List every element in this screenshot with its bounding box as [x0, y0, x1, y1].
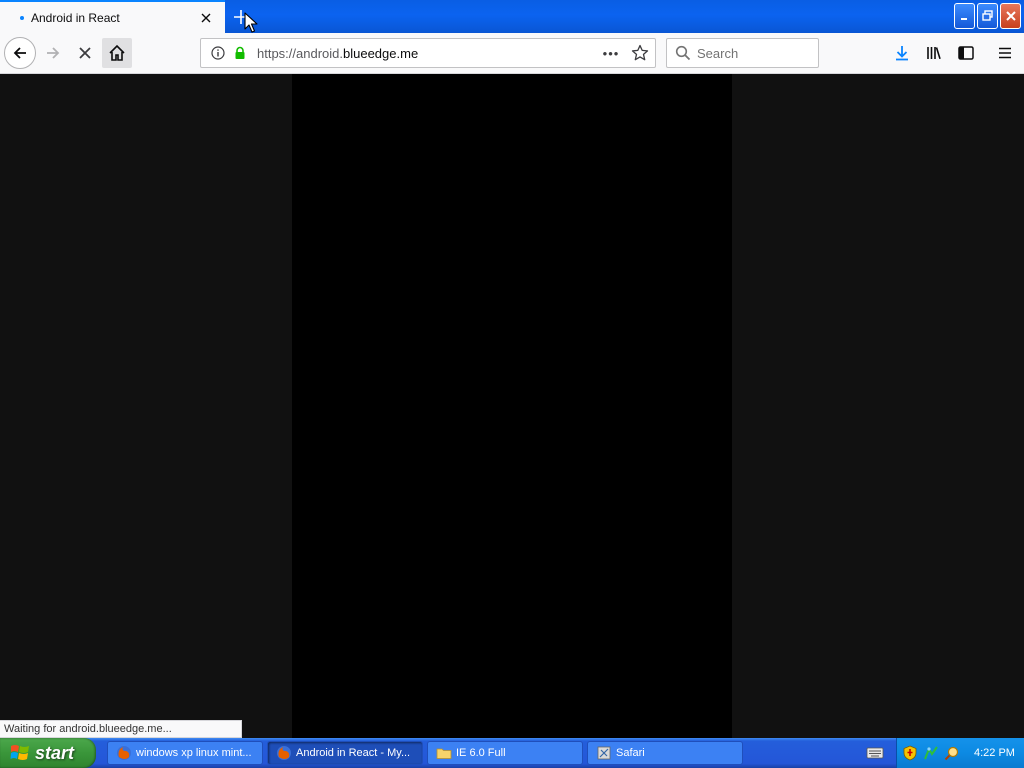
search-bar[interactable] [666, 38, 819, 68]
sidebar-button[interactable] [951, 38, 981, 68]
title-bar: Android in React [0, 0, 1024, 33]
network-icon[interactable] [923, 745, 939, 761]
browser-tab[interactable]: Android in React [0, 0, 225, 33]
home-button[interactable] [102, 38, 132, 68]
app-viewport[interactable] [292, 74, 732, 738]
stop-icon [79, 47, 91, 59]
forward-arrow-icon [47, 47, 60, 59]
security-shield-icon[interactable] [902, 745, 918, 761]
search-icon [675, 45, 691, 61]
hamburger-menu-icon [999, 47, 1011, 59]
minimize-button[interactable] [954, 3, 975, 29]
url-host: blueedge.me [343, 45, 419, 61]
keyboard-icon[interactable] [866, 746, 884, 760]
windows-logo-icon [10, 745, 29, 760]
back-button[interactable] [4, 37, 36, 69]
navigation-toolbar: https://android.blueedge.me ••• [0, 33, 1024, 74]
mouse-cursor-icon [244, 12, 258, 33]
downloads-button[interactable] [887, 38, 917, 68]
restore-icon [981, 10, 993, 21]
tab-title: Android in React [31, 10, 120, 25]
page-content [0, 74, 1024, 738]
folder-icon [436, 748, 452, 759]
close-window-button[interactable] [1000, 3, 1021, 29]
restore-button[interactable] [977, 3, 998, 29]
taskbar-item[interactable]: Safari [587, 741, 743, 765]
taskbar-item-label: Android in React - My... [296, 747, 411, 759]
taskbar-item[interactable]: IE 6.0 Full [427, 741, 583, 765]
bookmark-star-icon[interactable] [631, 44, 649, 62]
loading-indicator-icon [20, 15, 24, 20]
clock: 4:22 PM [974, 747, 1015, 759]
download-icon [896, 46, 908, 61]
firefox-icon [277, 746, 291, 760]
magnifier-icon[interactable] [944, 745, 960, 761]
search-input[interactable] [697, 45, 807, 61]
firefox-icon [117, 746, 131, 760]
library-icon [927, 47, 941, 60]
close-icon [1005, 11, 1016, 21]
url-text[interactable]: https://android.blueedge.me [257, 46, 601, 61]
forward-button[interactable] [38, 38, 68, 68]
minimize-icon [960, 18, 967, 20]
menu-button[interactable] [990, 38, 1020, 68]
back-arrow-icon [13, 47, 26, 59]
taskbar-item-active[interactable]: Android in React - My... [267, 741, 423, 765]
sidebar-icon [958, 46, 974, 60]
taskbar-item-label: windows xp linux mint... [136, 747, 252, 759]
stop-button[interactable] [70, 38, 100, 68]
status-text: Waiting for android.blueedge.me... [0, 720, 242, 738]
info-icon[interactable] [211, 46, 225, 60]
tab-close-icon[interactable] [199, 11, 213, 25]
taskbar: start windows xp linux mint... Android i… [0, 738, 1024, 768]
start-button[interactable]: start [0, 738, 96, 768]
home-icon [109, 44, 125, 61]
taskbar-item-label: Safari [616, 747, 645, 759]
system-tray: 4:22 PM [896, 738, 1024, 768]
page-actions-icon[interactable]: ••• [601, 46, 621, 61]
taskbar-item-label: IE 6.0 Full [456, 747, 506, 759]
library-button[interactable] [919, 38, 949, 68]
url-bar[interactable]: https://android.blueedge.me ••• [200, 38, 656, 68]
lock-icon[interactable] [233, 46, 247, 60]
url-prefix: https://android. [257, 45, 343, 61]
taskbar-item[interactable]: windows xp linux mint... [107, 741, 263, 765]
safari-icon [597, 746, 611, 760]
start-label: start [35, 742, 75, 763]
